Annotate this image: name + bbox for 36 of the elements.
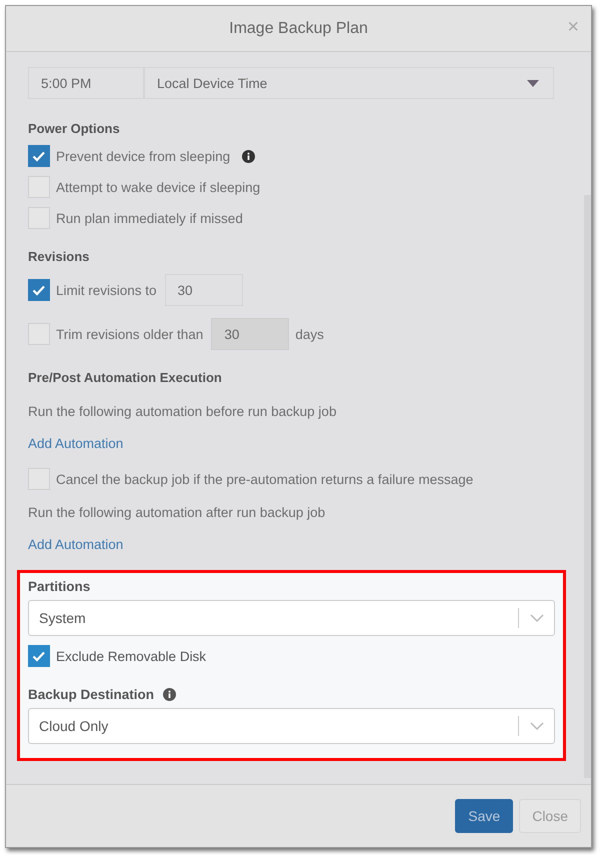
add-automation-link[interactable]: Add Automation: [28, 436, 124, 451]
checkbox[interactable]: [28, 145, 50, 167]
section-heading: Backup Destination: [28, 687, 154, 702]
checkbox-label: Trim revisions older than: [56, 326, 204, 342]
section-heading: Partitions: [28, 579, 92, 594]
timezone-dropdown[interactable]: Local Device Time: [144, 67, 554, 99]
checkbox-label: Attempt to wake device if sleeping: [56, 180, 260, 194]
checkbox[interactable]: [28, 645, 50, 667]
check-icon: [32, 150, 46, 162]
close-button[interactable]: Close: [519, 799, 581, 833]
scrollbar[interactable]: [584, 195, 591, 778]
checkbox[interactable]: [28, 279, 50, 301]
partitions-dropdown[interactable]: System: [28, 600, 555, 636]
add-automation-link[interactable]: Add Automation: [28, 537, 124, 552]
section-heading: Power Options: [28, 121, 121, 136]
dialog-title: Image Backup Plan: [229, 20, 368, 38]
info-icon: [242, 150, 256, 162]
section-heading: Revisions: [28, 249, 90, 264]
number-field[interactable]: 30: [164, 274, 243, 306]
checkbox-label: Prevent device from sleeping: [56, 148, 230, 164]
unit-label: days: [295, 326, 324, 342]
section-heading: Pre/Post Automation Execution: [28, 370, 223, 385]
dropdown-chevron-icon: [518, 608, 546, 628]
checkbox-label: Run plan immediately if missed: [56, 210, 243, 226]
destination-dropdown[interactable]: Cloud Only: [28, 708, 555, 744]
checkbox-label: Exclude Removable Disk: [56, 648, 206, 664]
time-field[interactable]: 5:00 PM: [28, 67, 144, 99]
dropdown-chevron-icon: [518, 716, 546, 736]
check-icon: [32, 650, 46, 662]
save-button[interactable]: Save: [455, 799, 514, 833]
checkbox-label: Limit revisions to: [56, 282, 157, 298]
description-text: Run the following automation after run backup job: [28, 505, 326, 520]
description-text: Run the following automation before run backup job: [28, 404, 338, 419]
dropdown-caret-icon: [527, 80, 539, 86]
check-icon: [32, 284, 46, 296]
checkbox-label: Cancel the backup job if the pre-automation returns a failure message: [56, 472, 474, 486]
